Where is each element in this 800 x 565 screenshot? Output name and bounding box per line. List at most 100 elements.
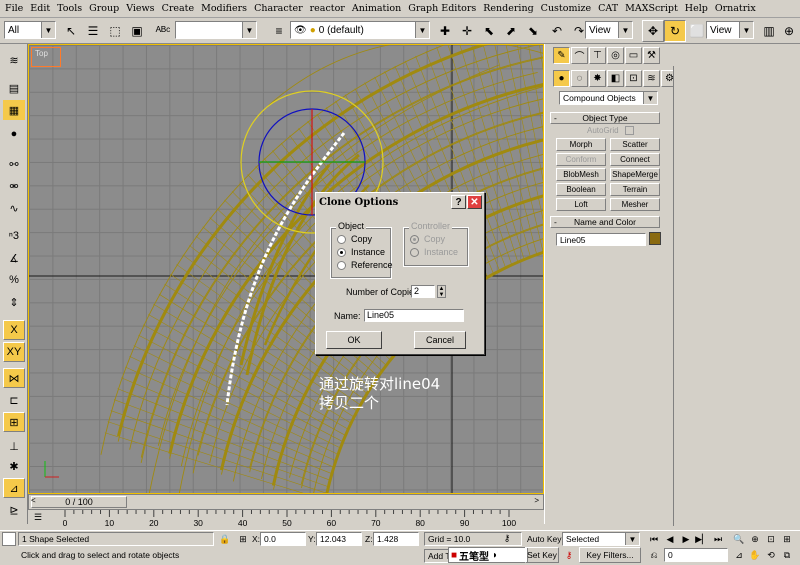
named-selection-icon[interactable]: ᴬᴮᶜ	[152, 20, 174, 42]
selected-dropdown[interactable]: Selected ▼	[562, 532, 640, 546]
bind-space-warp-icon[interactable]: ∿	[3, 198, 25, 218]
copies-input[interactable]: 2	[411, 285, 435, 298]
help-button[interactable]: ?	[451, 195, 466, 209]
menu-character[interactable]: Character	[251, 3, 307, 14]
set-key-button[interactable]: Set Key	[525, 547, 559, 563]
object-copy-radio[interactable]: Copy	[337, 234, 372, 244]
align-icon[interactable]: ⊏	[3, 390, 25, 410]
undo-icon[interactable]: ↶	[546, 20, 568, 42]
window-crossing-icon[interactable]: ▣	[126, 20, 148, 42]
prev-frame-icon[interactable]: ◀	[663, 533, 677, 545]
constraint-x-icon[interactable]: X	[3, 320, 25, 340]
motion-tab-icon[interactable]: ◎	[607, 47, 624, 64]
set-current-layer-icon[interactable]: ⬈	[500, 20, 522, 42]
object-instance-radio[interactable]: Instance	[337, 247, 385, 257]
snap-icon[interactable]: ⊕	[778, 20, 800, 42]
close-button[interactable]: ✕	[467, 195, 482, 209]
pivot-center-icon[interactable]: ▥	[758, 20, 780, 42]
menu-ornatrix[interactable]: Ornatrix	[712, 3, 760, 14]
absolute-mode-icon[interactable]: ⊞	[236, 533, 250, 545]
pan-icon[interactable]: ✋	[748, 549, 762, 561]
shapes-icon[interactable]: ◌	[571, 70, 588, 87]
select-by-name-icon[interactable]: ☰	[82, 20, 104, 42]
play-icon[interactable]: ▶	[679, 533, 693, 545]
scale-icon[interactable]: ⬜	[686, 20, 708, 42]
selection-filter-dropdown[interactable]: All ▼	[4, 21, 56, 39]
menu-help[interactable]: Help	[682, 3, 712, 14]
menu-rendering[interactable]: Rendering	[480, 3, 537, 14]
array-icon[interactable]: ⊞	[3, 412, 25, 432]
space-warps-icon[interactable]: ≋	[643, 70, 660, 87]
display-tab-icon[interactable]: ▭	[625, 47, 642, 64]
set-key-icon[interactable]: ⚷	[562, 549, 576, 561]
menu-edit[interactable]: Edit	[27, 3, 54, 14]
curve-editor-icon[interactable]: ▦	[3, 100, 25, 120]
loft-button[interactable]: Loft	[556, 198, 606, 211]
menu-cat[interactable]: CAT	[595, 3, 622, 14]
mirror-icon[interactable]: ⋈	[3, 368, 25, 388]
zoom-all-icon[interactable]: ⊕	[748, 533, 762, 545]
spinner-snap-icon[interactable]: ⇕	[3, 292, 25, 312]
menu-customize[interactable]: Customize	[538, 3, 595, 14]
blobmesh-button[interactable]: BlobMesh	[556, 168, 606, 181]
z-coordinate-input[interactable]: 1.428	[373, 532, 419, 546]
menu-animation[interactable]: Animation	[349, 3, 405, 14]
menu-maxscript[interactable]: MAXScript	[622, 3, 682, 14]
menu-create[interactable]: Create	[159, 3, 199, 14]
material-editor-icon[interactable]: ●	[3, 124, 25, 144]
select-object-icon[interactable]: ↖	[60, 20, 82, 42]
menu-file[interactable]: File	[2, 3, 27, 14]
current-frame-input[interactable]: 0	[664, 548, 728, 562]
maximize-viewport-icon[interactable]: ⧉	[780, 549, 794, 561]
auto-key-button[interactable]: Auto Key	[527, 534, 562, 544]
scatter-button[interactable]: Scatter	[610, 138, 660, 151]
reference-coord-dropdown[interactable]: View ▼	[585, 21, 633, 39]
menu-reactor[interactable]: reactor	[307, 3, 349, 14]
autogrid-checkbox[interactable]	[625, 126, 634, 135]
lights-icon[interactable]: ✸	[589, 70, 606, 87]
cameras-icon[interactable]: ◧	[607, 70, 624, 87]
y-coordinate-input[interactable]: 12.043	[316, 532, 362, 546]
ime-toolbar[interactable]: ■ 五笔型 ◗	[448, 547, 528, 563]
named-selection-dropdown[interactable]: ▼	[175, 21, 257, 39]
align-view-icon[interactable]: ⊵	[3, 500, 25, 520]
object-name-input[interactable]: Line05	[556, 233, 646, 246]
time-slider[interactable]: 0 / 100 < >	[28, 494, 544, 510]
geometry-icon[interactable]: ●	[553, 70, 570, 87]
go-to-end-icon[interactable]: ⏭	[711, 533, 725, 545]
layers-icon[interactable]: ≋	[3, 50, 25, 70]
name-color-rollout[interactable]: - Name and Color	[550, 216, 660, 228]
menu-modifiers[interactable]: Modifiers	[198, 3, 251, 14]
select-layer-icon[interactable]: ⬉	[478, 20, 500, 42]
cancel-button[interactable]: Cancel	[414, 331, 466, 349]
snap-3d-icon[interactable]: ⁿ3	[3, 226, 25, 246]
rectangular-selection-icon[interactable]: ⬚	[104, 20, 126, 42]
morph-button[interactable]: Morph	[556, 138, 606, 151]
go-to-start-icon[interactable]: ⏮	[647, 533, 661, 545]
maxscript-listener-icon[interactable]	[2, 532, 16, 546]
create-tab-icon[interactable]: ✎	[553, 47, 570, 64]
zoom-icon[interactable]: 🔍	[732, 533, 746, 545]
layer-properties-icon[interactable]: ⬊	[522, 20, 544, 42]
add-to-layer-icon[interactable]: ✛	[456, 20, 478, 42]
align-camera-icon[interactable]: ⊿	[3, 478, 25, 498]
x-coordinate-input[interactable]: 0.0	[260, 532, 306, 546]
move-icon[interactable]: ✥	[642, 20, 664, 42]
normal-align-icon[interactable]: ⊥	[3, 436, 25, 456]
hierarchy-tab-icon[interactable]: ⊤	[589, 47, 606, 64]
place-highlight-icon[interactable]: ✱	[3, 456, 25, 476]
menu-group[interactable]: Group	[86, 3, 123, 14]
object-color-swatch[interactable]	[649, 232, 661, 245]
helpers-icon[interactable]: ⊡	[625, 70, 642, 87]
category-dropdown[interactable]: Compound Objects ▼	[559, 91, 658, 105]
angle-snap-icon[interactable]: ∡	[3, 248, 25, 268]
zoom-extents-icon[interactable]: ⊡	[764, 533, 778, 545]
key-mode-icon[interactable]: ⎌	[647, 549, 661, 561]
key-icon[interactable]: ⚷	[500, 532, 514, 544]
menu-graph-editors[interactable]: Graph Editors	[405, 3, 480, 14]
create-layer-icon[interactable]: ✚	[434, 20, 456, 42]
ok-button[interactable]: OK	[326, 331, 382, 349]
menu-views[interactable]: Views	[123, 3, 158, 14]
lock-icon[interactable]: 🔒	[218, 533, 232, 545]
connect-button[interactable]: Connect	[610, 153, 660, 166]
